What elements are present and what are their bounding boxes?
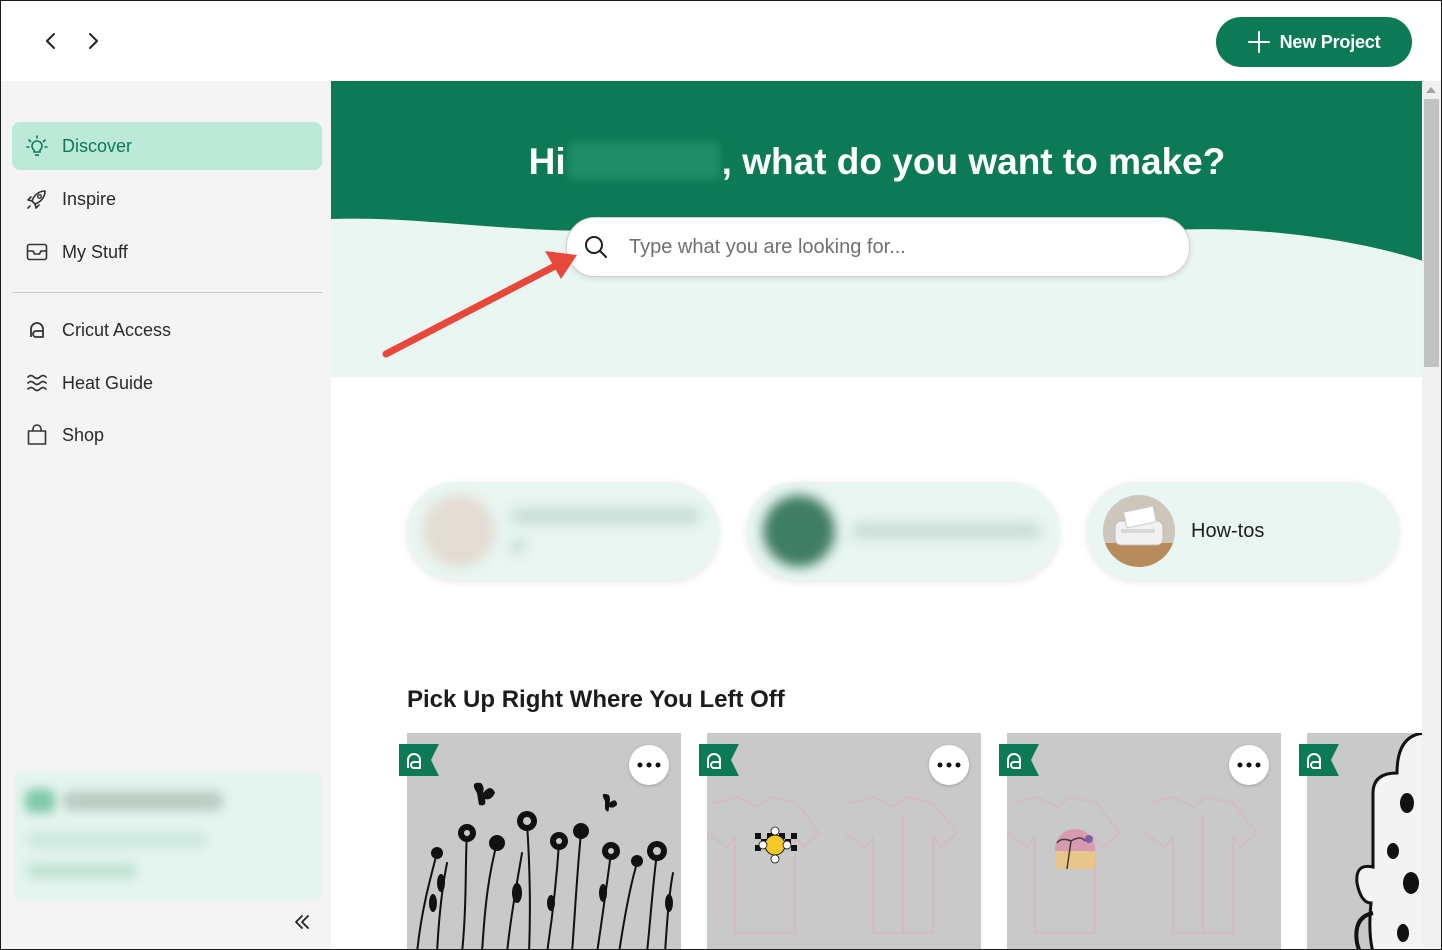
search-icon — [583, 234, 609, 260]
plus-icon — [1247, 31, 1270, 53]
category-pill[interactable] — [747, 482, 1059, 580]
project-card[interactable] — [707, 733, 981, 949]
more-horizontal-icon — [937, 762, 961, 768]
collapse-sidebar-button[interactable] — [289, 909, 315, 935]
shopping-bag-icon — [24, 422, 50, 448]
access-badge-icon — [1299, 744, 1339, 776]
new-project-button[interactable]: New Project — [1216, 17, 1412, 67]
cutting-machine-thumbnail — [1103, 495, 1175, 567]
access-badge-icon — [399, 744, 439, 776]
more-options-button[interactable] — [929, 745, 969, 785]
sidebar: Discover Inspire My Stuff Cricut Access — [1, 81, 331, 949]
vertical-scrollbar[interactable] — [1422, 81, 1441, 949]
scroll-up-arrow-icon[interactable] — [1426, 87, 1436, 93]
category-pill-how-tos[interactable]: How-tos — [1087, 482, 1399, 580]
hero-heading: Hi , what do you want to make? — [331, 141, 1423, 183]
sidebar-item-heat-guide[interactable]: Heat Guide — [12, 359, 322, 407]
search-input[interactable] — [627, 234, 1171, 260]
scrollbar-thumb[interactable] — [1424, 99, 1439, 367]
sidebar-item-label: Heat Guide — [62, 372, 154, 393]
heat-waves-icon — [24, 370, 50, 396]
sidebar-divider — [12, 292, 322, 293]
pill-thumbnail — [763, 495, 835, 567]
pill-label-redacted — [511, 508, 701, 554]
sidebar-item-inspire[interactable]: Inspire — [12, 175, 322, 223]
main-content: Hi , what do you want to make? Type what … — [331, 81, 1423, 949]
sidebar-item-shop[interactable]: Shop — [12, 411, 322, 459]
more-options-button[interactable] — [629, 745, 669, 785]
inbox-icon — [24, 239, 50, 265]
sidebar-item-label: Discover — [62, 135, 133, 156]
account-card[interactable] — [15, 771, 321, 901]
chevron-left-icon — [46, 33, 55, 49]
sidebar-item-label: My Stuff — [62, 241, 128, 262]
sidebar-item-my-stuff[interactable]: My Stuff — [12, 228, 322, 276]
search-bar[interactable] — [566, 217, 1190, 277]
pill-label: How-tos — [1191, 519, 1265, 542]
new-project-label: New Project — [1279, 31, 1381, 52]
sidebar-item-label: Inspire — [62, 188, 117, 209]
greeting-text: Hi — [528, 141, 566, 182]
app-window: New Project Discover Inspire My Stuff Cr… — [0, 0, 1442, 950]
access-badge-icon — [999, 744, 1039, 776]
project-card[interactable] — [1007, 733, 1281, 949]
section-title: Pick Up Right Where You Left Off — [407, 686, 785, 713]
more-horizontal-icon — [637, 762, 661, 768]
user-name-redacted — [567, 142, 720, 180]
more-horizontal-icon — [1237, 762, 1261, 768]
forward-button[interactable] — [79, 27, 107, 55]
pill-thumbnail — [423, 495, 495, 567]
sidebar-item-label: Cricut Access — [62, 319, 172, 340]
sidebar-item-label: Shop — [62, 424, 105, 445]
category-pill[interactable] — [407, 482, 719, 580]
project-card[interactable] — [407, 733, 681, 949]
back-button[interactable] — [37, 27, 65, 55]
access-badge-icon — [699, 744, 739, 776]
chevron-right-icon — [89, 33, 98, 49]
more-options-button[interactable] — [1229, 745, 1269, 785]
pill-label-redacted — [851, 523, 1041, 539]
question-text: , what do you want to make? — [721, 141, 1226, 182]
double-chevron-left-icon — [295, 915, 309, 929]
rocket-icon — [24, 186, 50, 212]
top-bar: New Project — [1, 1, 1441, 81]
cricut-access-icon — [24, 317, 50, 343]
sidebar-item-cricut-access[interactable]: Cricut Access — [12, 306, 322, 354]
lightbulb-icon — [24, 133, 50, 159]
sidebar-item-discover[interactable]: Discover — [12, 122, 322, 170]
